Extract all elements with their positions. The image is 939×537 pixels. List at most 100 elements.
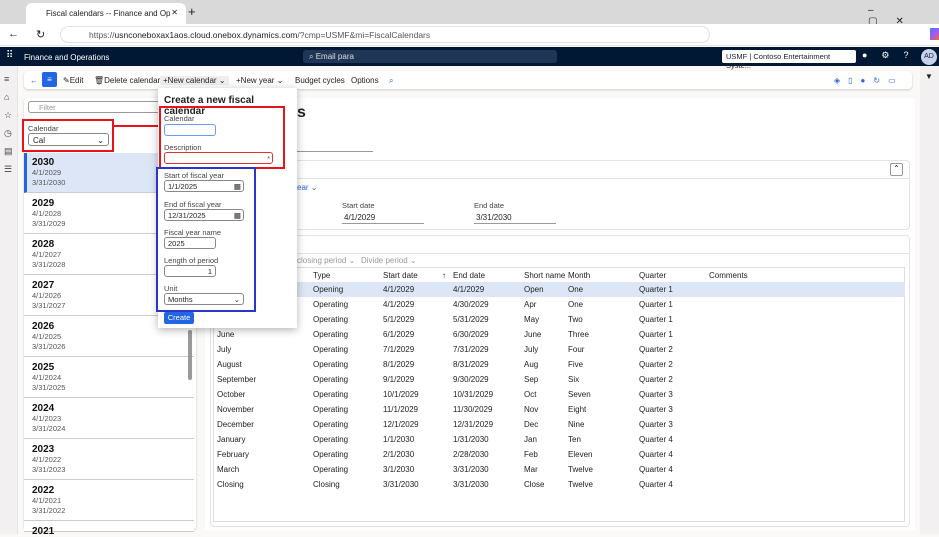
list-view-button[interactable]: ≡ — [42, 72, 57, 87]
cell-short: Sep — [524, 375, 539, 384]
cell-month: Ten — [568, 435, 581, 444]
fiscal-year-card[interactable]: 2022 4/1/2021 3/31/2022 — [24, 481, 194, 521]
delete-calendar-button[interactable]: 🗑Delete calendar — [94, 76, 160, 85]
new-tab-icon[interactable]: + — [188, 4, 196, 19]
app-title: Finance and Operations — [24, 53, 110, 62]
col-start-date[interactable]: Start date — [383, 271, 418, 280]
table-row[interactable]: March Operating 3/1/2030 3/31/2030 Mar Twelve… — [213, 462, 905, 477]
table-row[interactable]: June Operating 6/1/2029 6/30/2029 June Three Q… — [213, 327, 905, 342]
browser-tab[interactable]: Fiscal calendars -- Finance and Op ✕ — [26, 3, 186, 24]
fiscal-year-card[interactable]: 2023 4/1/2022 3/31/2023 — [24, 440, 194, 480]
cell-type: Operating — [313, 390, 349, 399]
divide-period-button[interactable]: Divide period ⌄ — [361, 256, 417, 265]
cell-type: Operating — [313, 345, 349, 354]
table-row[interactable]: September Operating 9/1/2029 9/30/2029 Sep Si… — [213, 372, 905, 387]
collapse-button[interactable]: ⌃ — [890, 163, 903, 176]
new-year-button[interactable]: +New year ⌄ — [236, 76, 283, 85]
cell-end: 12/31/2029 — [453, 420, 494, 429]
edit-button[interactable]: ✎Edit — [63, 76, 84, 85]
table-row[interactable]: Opening 4/1/2029 4/1/2029 Open One Quarter 1 — [213, 282, 905, 297]
filter-input[interactable]: Filter — [28, 101, 163, 113]
cell-name: December — [217, 420, 254, 429]
start-date-field[interactable]: 4/1/2029 — [342, 211, 424, 224]
cell-start: 9/1/2029 — [383, 375, 415, 384]
cell-quarter: Quarter 1 — [639, 330, 673, 339]
cell-start: 8/1/2029 — [383, 360, 415, 369]
table-row[interactable]: Closing Closing 3/31/2030 3/31/2030 Close Twe… — [213, 477, 905, 492]
global-search[interactable]: ⌕ Email para — [303, 50, 557, 63]
avatar[interactable]: AD — [921, 49, 937, 65]
col-month[interactable]: Month — [568, 271, 590, 280]
cell-type: Closing — [313, 480, 340, 489]
back-icon[interactable]: ← — [8, 28, 19, 40]
cell-short: Apr — [524, 300, 537, 309]
cell-type: Operating — [313, 360, 349, 369]
grid-header: Type Start date ↑ End date Short name Mo… — [213, 268, 905, 283]
col-comments[interactable]: Comments — [709, 271, 748, 280]
col-quarter[interactable]: Quarter — [639, 271, 666, 280]
close-tab-icon[interactable]: ✕ — [171, 8, 178, 17]
table-row[interactable]: July Operating 7/1/2029 7/31/2029 July Four Qu… — [213, 342, 905, 357]
refresh-icon[interactable]: ↻ — [36, 28, 45, 41]
cell-start: 10/1/2029 — [383, 390, 419, 399]
end-date: 3/31/2023 — [32, 465, 66, 474]
fiscal-year-card[interactable]: 2025 4/1/2024 3/31/2025 — [24, 358, 194, 398]
tab-title: Fiscal calendars -- Finance and Op — [46, 9, 171, 18]
cell-month: Two — [568, 315, 583, 324]
table-row[interactable]: February Operating 2/1/2030 2/28/2030 Feb Ele… — [213, 447, 905, 462]
fiscal-year-card[interactable]: 2021 — [24, 522, 194, 537]
rail-icons[interactable]: ≡ ⌂ ☆ ◷ ▤ ☰ — [4, 70, 13, 178]
cell-quarter: Quarter 2 — [639, 360, 673, 369]
company-picker[interactable]: USMF | Contoso Entertainment Syste... — [722, 50, 856, 70]
right-rail: ▼ — [920, 66, 939, 534]
cell-start: 7/1/2029 — [383, 345, 415, 354]
cell-quarter: Quarter 2 — [639, 375, 673, 384]
copilot-icon[interactable] — [930, 28, 939, 40]
cell-end: 3/31/2030 — [453, 480, 489, 489]
cell-name: Closing — [217, 480, 244, 489]
year: 2024 — [32, 403, 55, 414]
app-launcher-icon[interactable]: ⠿ — [6, 50, 13, 61]
year: 2025 — [32, 362, 55, 373]
options-button[interactable]: Options — [351, 76, 379, 85]
end-date: 3/31/2025 — [32, 383, 66, 392]
search-icon[interactable]: ⌕ — [389, 76, 393, 86]
cell-name: September — [217, 375, 257, 384]
start-date-label: Start date — [342, 201, 375, 210]
table-row[interactable]: November Operating 11/1/2029 11/30/2029 Nov E… — [213, 402, 905, 417]
cell-end: 5/31/2029 — [453, 315, 489, 324]
toolbar-right-icons[interactable]: ◈▯●↻▭ — [834, 76, 904, 85]
cell-month: Four — [568, 345, 585, 354]
list-scrollbar[interactable] — [188, 330, 192, 380]
table-row[interactable]: October Operating 10/1/2029 10/31/2029 Oct Se… — [213, 387, 905, 402]
col-end-date[interactable]: End date — [453, 271, 485, 280]
cell-short: May — [524, 315, 540, 324]
fiscal-year-panel — [210, 160, 910, 230]
filter-icon[interactable]: ▼ — [925, 72, 939, 81]
table-row[interactable]: Operating 5/1/2029 5/31/2029 May Two Quarter … — [213, 312, 905, 327]
table-row[interactable]: Operating 4/1/2029 4/30/2029 Apr One Quarter … — [213, 297, 905, 312]
budget-cycles-button[interactable]: Budget cycles — [295, 76, 345, 85]
closing-period-button[interactable]: closing period ⌄ — [297, 256, 355, 265]
fiscal-year-card[interactable]: 2024 4/1/2023 3/31/2024 — [24, 399, 194, 439]
start-date: 4/1/2022 — [32, 455, 62, 464]
year: 2023 — [32, 444, 55, 455]
nav-icons[interactable]: ●⚙? — [862, 50, 923, 61]
cell-name: October — [217, 390, 246, 399]
col-short-name[interactable]: Short name — [524, 271, 565, 280]
cell-end: 9/30/2029 — [453, 375, 489, 384]
highlight-connector — [114, 125, 160, 127]
create-button[interactable]: Create — [164, 312, 194, 324]
table-row[interactable]: December Operating 12/1/2029 12/31/2029 Dec N… — [213, 417, 905, 432]
back-icon[interactable]: ← — [30, 76, 38, 85]
table-row[interactable]: January Operating 1/1/2030 1/31/2030 Jan Ten Q… — [213, 432, 905, 447]
new-calendar-button[interactable]: +New calendar ⌄ — [160, 76, 229, 85]
cell-short: Close — [524, 480, 545, 489]
col-type[interactable]: Type — [313, 271, 330, 280]
table-row[interactable]: August Operating 8/1/2029 8/31/2029 Aug Five Q… — [213, 357, 905, 372]
url-input[interactable]: https://usnconeboxax1aos.cloud.onebox.dy… — [60, 26, 710, 43]
year-link[interactable]: ear ⌄ — [297, 183, 318, 192]
divider — [210, 178, 910, 179]
cell-name: August — [217, 360, 242, 369]
end-date-field[interactable]: 3/31/2030 — [474, 211, 556, 224]
